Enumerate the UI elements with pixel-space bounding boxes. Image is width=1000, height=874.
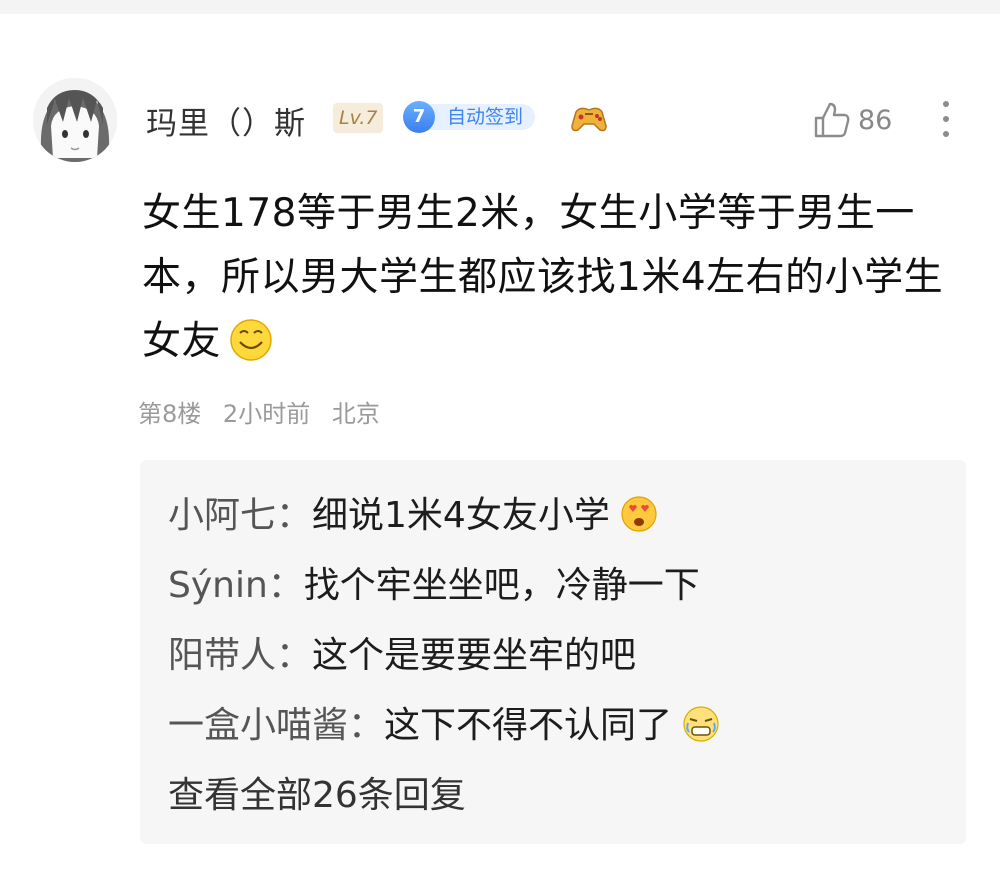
- reply-text: 细说1米4女友小学: [312, 495, 610, 536]
- reply-author[interactable]: 小阿七：: [168, 495, 312, 536]
- checkin-label: 自动签到: [425, 104, 536, 130]
- floor-number: 第8楼: [138, 400, 202, 428]
- like-button[interactable]: 86: [812, 98, 892, 142]
- smile-emoji: [230, 319, 272, 361]
- reply-item[interactable]: 一盒小喵酱：这下不得不认同了: [168, 696, 720, 748]
- heart-eyes-emoji: [621, 496, 657, 532]
- avatar[interactable]: [33, 78, 117, 162]
- reply-author[interactable]: Sýnin：: [168, 565, 304, 606]
- reply-item[interactable]: Sýnin：找个牢坐坐吧，冷静一下: [168, 556, 700, 608]
- crying-emoji: [683, 706, 719, 742]
- reply-item[interactable]: 阳带人：这个是要要坐牢的吧: [168, 626, 636, 678]
- gamepad-icon: [571, 107, 607, 132]
- reply-author[interactable]: 阳带人：: [168, 635, 312, 676]
- reply-item[interactable]: 小阿七：细说1米4女友小学: [168, 486, 658, 538]
- reply-text: 找个牢坐坐吧，冷静一下: [303, 565, 700, 606]
- comment-meta: 第8楼 2小时前 北京: [138, 394, 394, 429]
- username[interactable]: 玛里（）斯: [146, 98, 306, 143]
- reply-text: 这个是要要坐牢的吧: [312, 635, 637, 676]
- top-divider: [0, 0, 1000, 14]
- reply-author[interactable]: 一盒小喵酱：: [168, 705, 384, 746]
- location: 北京: [331, 400, 380, 428]
- vip-level-icon: 7: [403, 101, 435, 133]
- thumbs-up-icon: [814, 102, 850, 138]
- comment-body: 女生178等于男生2米，女生小学等于男生一本，所以男大学生都应该找1米4左右的小…: [142, 182, 972, 374]
- avatar-image: [33, 78, 117, 162]
- more-options-icon[interactable]: [936, 98, 956, 140]
- post-time: 2小时前: [222, 400, 311, 428]
- view-all-replies-link[interactable]: 查看全部26条回复: [168, 766, 466, 818]
- level-badge: Lv.7: [333, 103, 384, 133]
- like-count: 86: [858, 104, 893, 136]
- reply-section: 小阿七：细说1米4女友小学 Sýnin：找个牢坐坐吧，冷静一下 阳带人：这个是要…: [140, 460, 966, 844]
- reply-text: 这下不得不认同了: [384, 705, 673, 746]
